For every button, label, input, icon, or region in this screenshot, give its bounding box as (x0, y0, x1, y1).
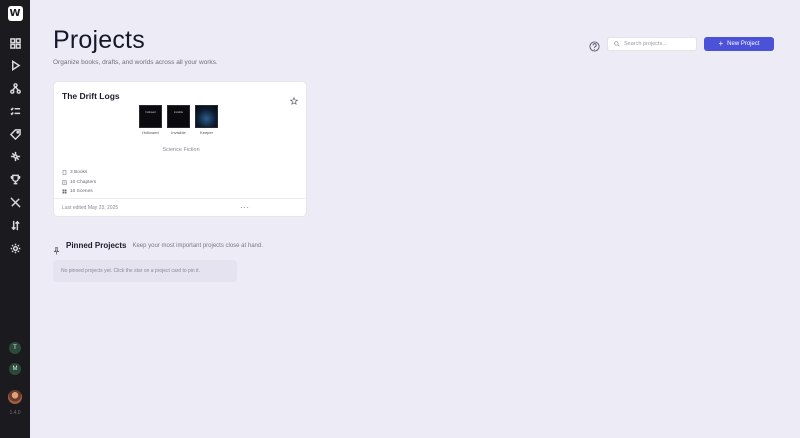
app-version: 1.4.0 (9, 410, 21, 416)
last-edited: Last edited May 23, 2025 (62, 205, 119, 211)
search-icon (614, 41, 620, 47)
plus-icon: + (718, 39, 724, 48)
book-label: Keeper (200, 130, 213, 135)
book-icon (62, 170, 67, 175)
nodes-icon[interactable] (4, 78, 26, 100)
page-title: Projects (53, 26, 145, 54)
stat-chapters: 10 Chapters (62, 178, 96, 188)
book-label: Hollowed (142, 130, 159, 135)
book-item[interactable]: invisible Invisible (167, 105, 190, 135)
card-footer: Last edited May 23, 2025 ··· (54, 198, 306, 217)
book-item[interactable]: hollowed Hollowed (139, 105, 162, 135)
pinned-header: Pinned Projects Keep your most important… (53, 241, 263, 254)
book-item[interactable]: Keeper (195, 105, 218, 135)
page-subtitle: Organize books, drafts, and worlds acros… (53, 59, 218, 66)
sidebar: W T M 1.4.0 (0, 0, 30, 438)
sidebar-bottom: T M 1.4.0 (0, 342, 30, 416)
book-cover: hollowed (139, 105, 162, 128)
play-icon[interactable] (4, 55, 26, 77)
help-icon[interactable] (589, 39, 600, 52)
new-project-button[interactable]: + New Project (704, 37, 774, 51)
search-input[interactable] (624, 41, 694, 47)
pinned-empty-state: No pinned projects yet. Click the star o… (53, 260, 237, 282)
checklist-icon[interactable] (4, 100, 26, 122)
scenes-icon (62, 189, 67, 194)
network-icon[interactable] (4, 146, 26, 168)
book-label: Invisible (171, 130, 186, 135)
user-avatar[interactable] (8, 390, 22, 404)
book-cover (195, 105, 218, 128)
pin-icon (53, 242, 60, 254)
stat-books: 3 Books (62, 168, 96, 178)
app-logo[interactable]: W (7, 6, 23, 21)
new-project-label: New Project (727, 41, 760, 47)
workspace-avatar-m[interactable]: M (9, 363, 21, 375)
stat-scenes: 10 Scenes (62, 187, 96, 197)
sort-icon[interactable] (4, 214, 26, 236)
project-stats: 3 Books 10 Chapters 10 Scenes (62, 168, 96, 197)
genre-label: Science Fiction (162, 147, 200, 153)
book-covers: hollowed Hollowed invisible Invisible Ke… (139, 105, 223, 135)
more-options-icon[interactable]: ··· (240, 203, 250, 212)
tools-icon[interactable] (4, 192, 26, 214)
pinned-subtitle: Keep your most important projects close … (132, 242, 263, 249)
search-box (607, 37, 697, 51)
project-title: The Drift Logs (62, 91, 120, 101)
star-icon[interactable] (289, 92, 299, 105)
book-cover: invisible (167, 105, 190, 128)
pinned-title: Pinned Projects (66, 241, 127, 250)
chapter-icon (62, 180, 67, 185)
project-card[interactable]: The Drift Logs hollowed Hollowed invisib… (53, 81, 307, 217)
trophy-icon[interactable] (4, 169, 26, 191)
tag-icon[interactable] (4, 123, 26, 145)
sidebar-nav (4, 32, 26, 260)
gear-icon[interactable] (4, 237, 26, 259)
grid-icon[interactable] (4, 32, 26, 54)
workspace-avatar-t[interactable]: T (9, 342, 21, 354)
